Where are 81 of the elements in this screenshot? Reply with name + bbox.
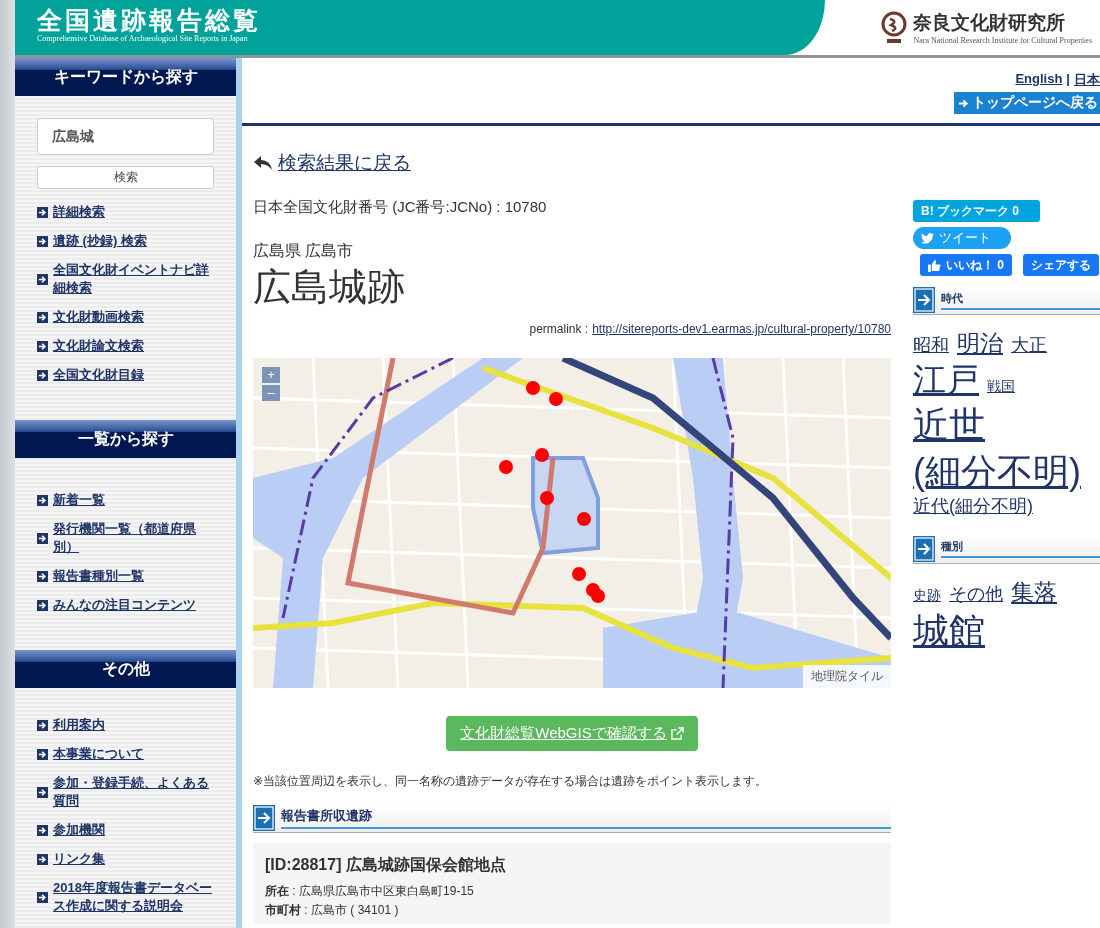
keyword-search-field[interactable]: 広島城: [37, 118, 214, 155]
language-link[interactable]: English: [1015, 71, 1063, 89]
permalink-link[interactable]: http://sitereports-dev1.earmas.jp/cultural-property/10780: [592, 322, 891, 336]
sidebar-link[interactable]: 参加機関: [53, 821, 105, 839]
like-button[interactable]: いいね！ 0: [920, 254, 1013, 276]
sidebar-link[interactable]: 2018年度報告書データベース作成に関する説明会: [53, 879, 218, 915]
sidebar-link[interactable]: 利用案内: [53, 716, 105, 734]
arrow-right-icon: [37, 748, 48, 760]
tag-link[interactable]: 大正: [1011, 334, 1047, 358]
site-title: 全国遺跡報告総覧: [37, 6, 262, 34]
map-attribution: 地理院タイル: [803, 665, 891, 688]
thumbs-up-icon: [928, 258, 941, 272]
sidebar-link[interactable]: 参加・登録手続、よくある質問: [53, 774, 218, 810]
sidebar-link[interactable]: 文化財論文検索: [53, 337, 144, 355]
arrow-right-icon: [37, 206, 48, 218]
arrow-right-icon: [37, 273, 48, 285]
institute-name: 奈良文化財研究所: [913, 11, 1067, 35]
site-field: 市町村 : 広島市 ( 34101 ): [265, 901, 879, 920]
tag-link[interactable]: 集落: [1011, 577, 1057, 608]
tag-link[interactable]: 史跡: [913, 585, 941, 604]
site-title-text: [ID:28817] 広島城跡国保会館地点: [265, 855, 507, 875]
sidebar-link[interactable]: 本事業について: [53, 745, 144, 763]
page-title: 広島城跡: [253, 265, 406, 310]
site-field: 所在 : 広島県広島市中区東白島町19-15: [265, 882, 879, 901]
institute-subtitle: Nara National Research Institute for Cultural Properties: [913, 36, 1092, 45]
tag-link[interactable]: その他: [949, 582, 1003, 607]
sidebar-link[interactable]: 発行機関一覧（都道府県別）: [53, 520, 218, 556]
arrow-right-icon: [37, 235, 48, 247]
top-page-button[interactable]: トップページへ戻る: [954, 92, 1100, 114]
arrow-right-icon: [37, 599, 48, 611]
arrow-right-icon: [37, 719, 48, 731]
bird-icon: [921, 232, 934, 244]
back-arrow-icon: [253, 155, 273, 171]
arrow-right-icon: [37, 369, 48, 381]
arrow-right-icon: [37, 311, 48, 323]
sidebar-link[interactable]: 詳細検索: [53, 203, 105, 221]
arrow-right-icon: [913, 287, 935, 313]
search-button[interactable]: 検索: [37, 166, 214, 189]
permalink-label: permalink :: [529, 322, 589, 336]
arrow-right-icon: [37, 786, 48, 798]
institute-logo-icon: [881, 10, 908, 45]
separator: |: [1066, 71, 1070, 88]
tag-link[interactable]: 戦国: [987, 376, 1015, 396]
sidebar-section-header: 一覧から探す: [15, 420, 236, 458]
arrow-right-icon: [37, 494, 48, 506]
arrow-right-icon: [37, 340, 48, 352]
sidebar-section-header: キーワードから探す: [15, 58, 236, 96]
arrow-right-icon: [958, 97, 969, 109]
map-note: ※当該位置周辺を表示し、同一名称の遺跡データが存在する場合は遺跡をポイント表示します。: [253, 773, 769, 790]
location-text: 広島県 広島市: [253, 241, 355, 261]
tag-link[interactable]: 江戸: [913, 358, 979, 402]
arrow-right-icon: [37, 532, 48, 544]
tag-link[interactable]: 近世(細分不明): [913, 401, 1090, 496]
arrow-right-icon: [37, 891, 48, 903]
tag-link[interactable]: 明治: [957, 329, 1003, 359]
arrow-right-icon: [37, 570, 48, 582]
external-link-icon: [670, 727, 684, 740]
sidebar-link[interactable]: 全国文化財目録: [53, 366, 144, 384]
sidebar-link[interactable]: みんなの注目コンテンツ: [53, 596, 196, 614]
sidebar-link[interactable]: 全国文化財イベントナビ詳細検索: [53, 261, 218, 297]
sidebar-link[interactable]: 遺跡 (抄録) 検索: [53, 232, 147, 250]
tag-group-header: 種別: [913, 534, 1100, 564]
tag-link[interactable]: 昭和: [913, 334, 949, 358]
tag-group-header: 時代: [913, 286, 1100, 315]
tag-link[interactable]: 城館: [913, 607, 985, 655]
sidebar-link[interactable]: 新着一覧: [53, 491, 105, 509]
arrow-right-icon: [253, 805, 275, 831]
arrow-right-icon: [913, 535, 935, 562]
section-header: 報告書所収遺跡: [253, 804, 891, 833]
sidebar-link[interactable]: 文化財動画検索: [53, 308, 144, 326]
sidebar-link[interactable]: リンク集: [53, 850, 105, 868]
arrow-right-icon: [37, 824, 48, 836]
jc-number: 日本全国文化財番号 (JC番号:JCNo) : 10780: [253, 198, 548, 217]
site-subtitle: Comprehensive Database of Archaeological Site Reports in Japan: [37, 34, 249, 43]
arrow-right-icon: [37, 853, 48, 865]
back-link[interactable]: 検索結果に戻る: [278, 150, 411, 176]
share-button[interactable]: シェアする: [1023, 254, 1100, 276]
tag-link[interactable]: 近代(細分不明): [913, 495, 1033, 519]
sidebar-section-header: その他: [15, 650, 236, 688]
sidebar-link[interactable]: 報告書種別一覧: [53, 567, 144, 585]
language-link[interactable]: 日本: [1074, 71, 1100, 89]
